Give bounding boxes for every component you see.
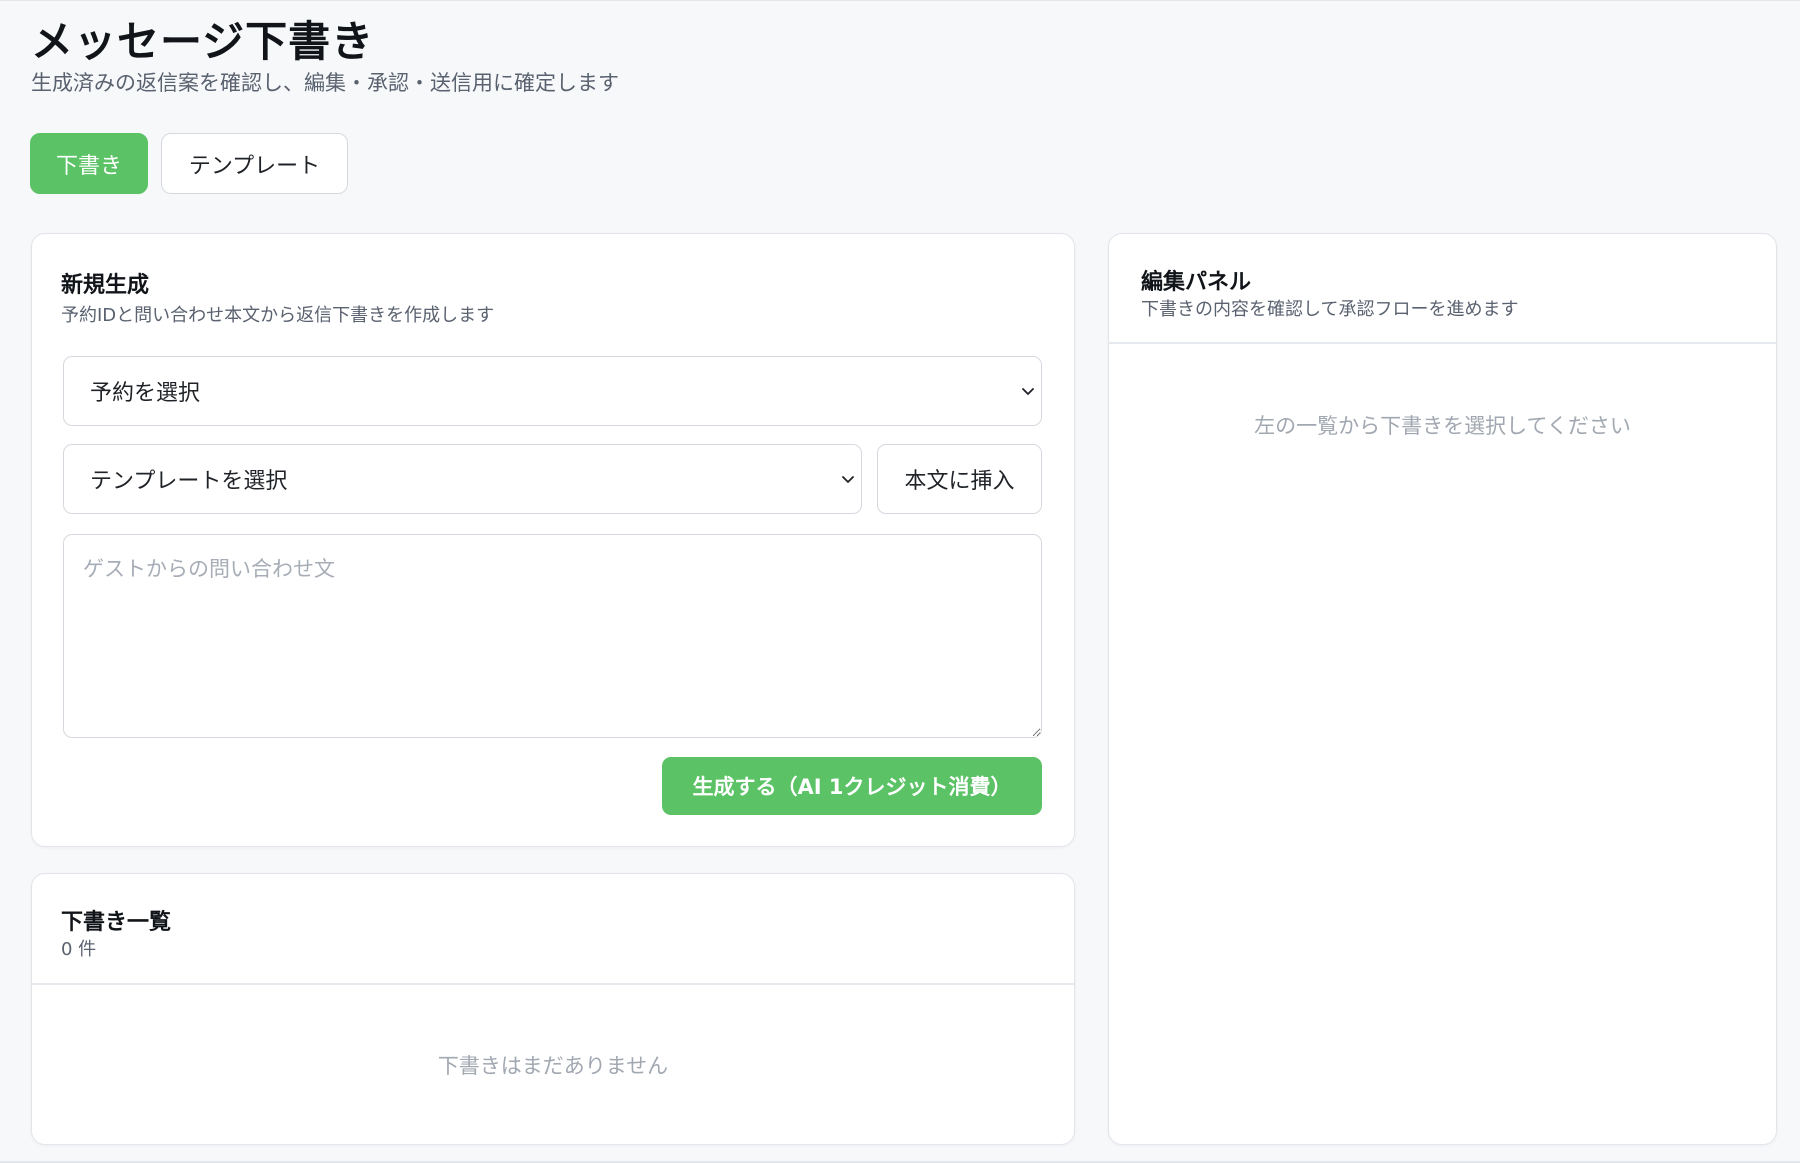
new-draft-subtitle: 予約IDと問い合わせ本文から返信下書きを作成します <box>61 305 495 326</box>
edit-panel-title: 編集パネル <box>1141 270 1252 295</box>
edit-panel-card: 編集パネル 下書きの内容を確認して承認フローを進めます 左の一覧から下書きを選択… <box>1108 233 1777 1145</box>
template-select[interactable]: テンプレートを選択 <box>63 444 862 514</box>
insert-into-body-button[interactable]: 本文に挿入 <box>877 444 1042 514</box>
edit-panel-divider <box>1109 342 1776 344</box>
tab-templates[interactable]: テンプレート <box>161 133 348 194</box>
new-draft-card: 新規生成 予約IDと問い合わせ本文から返信下書きを作成します 予約を選択 テンプ… <box>31 233 1075 847</box>
new-draft-title: 新規生成 <box>61 273 150 298</box>
draft-list-divider <box>32 983 1074 985</box>
reservation-select[interactable]: 予約を選択 <box>63 356 1042 426</box>
draft-list-card: 下書き一覧 0 件 下書きはまだありません <box>31 873 1075 1145</box>
draft-list-empty-message: 下書きはまだありません <box>437 1054 669 1078</box>
reservation-select-value: 予約を選択 <box>90 381 201 406</box>
page-title: メッセージ下書き <box>31 17 375 66</box>
generate-button[interactable]: 生成する（AI 1クレジット消費） <box>662 757 1042 815</box>
top-divider <box>0 0 1800 1</box>
chevron-down-icon <box>842 476 854 483</box>
chevron-down-icon <box>1022 388 1034 395</box>
draft-list-title: 下書き一覧 <box>61 910 172 935</box>
page: メッセージ下書き 生成済みの返信案を確認し、編集・承認・送信用に確定します 下書… <box>0 0 1800 1163</box>
draft-count: 0 件 <box>61 939 97 960</box>
inquiry-textarea[interactable] <box>63 534 1042 738</box>
template-select-value: テンプレートを選択 <box>90 469 288 494</box>
edit-panel-subtitle: 下書きの内容を確認して承認フローを進めます <box>1141 299 1519 320</box>
tab-drafts[interactable]: 下書き <box>30 133 148 194</box>
page-subtitle: 生成済みの返信案を確認し、編集・承認・送信用に確定します <box>31 71 619 95</box>
edit-panel-empty-message: 左の一覧から下書きを選択してください <box>1254 414 1631 438</box>
